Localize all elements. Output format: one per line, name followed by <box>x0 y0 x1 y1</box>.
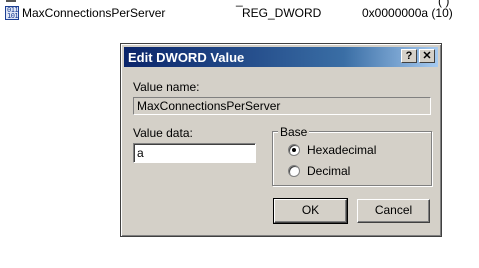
value-data-label: Value data: <box>133 126 193 140</box>
radio-unselected-icon[interactable] <box>288 165 300 177</box>
registry-value-row[interactable]: _ ( ) 0110 1011 MaxConnectionsPerServer … <box>0 0 479 26</box>
registry-value-data: 0x0000000a (10) <box>362 6 453 20</box>
cancel-button[interactable]: Cancel <box>357 199 430 223</box>
dialog-title: Edit DWORD Value <box>128 50 245 65</box>
radio-decimal-label[interactable]: Decimal <box>307 164 350 178</box>
value-name-label: Value name: <box>133 80 200 94</box>
ok-button[interactable]: OK <box>273 198 348 224</box>
scrolled-row-fragment <box>4 0 18 4</box>
registry-value-name[interactable]: MaxConnectionsPerServer <box>22 6 165 20</box>
radio-selected-icon[interactable] <box>288 144 300 156</box>
close-icon[interactable]: ✕ <box>419 49 435 63</box>
base-group-title: Base <box>278 125 310 139</box>
value-data-input[interactable] <box>133 143 256 163</box>
value-name-field: MaxConnectionsPerServer <box>133 97 431 115</box>
dialog-titlebar[interactable]: Edit DWORD Value ? ✕ <box>124 47 438 67</box>
radio-hexadecimal-label[interactable]: Hexadecimal <box>307 143 376 157</box>
edit-dword-dialog: Edit DWORD Value ? ✕ Value name: MaxConn… <box>120 43 442 237</box>
reg-binary-icon: 0110 1011 <box>5 6 19 20</box>
base-groupbox <box>272 131 432 186</box>
registry-value-type: REG_DWORD <box>242 6 322 20</box>
help-button[interactable]: ? <box>401 49 417 63</box>
